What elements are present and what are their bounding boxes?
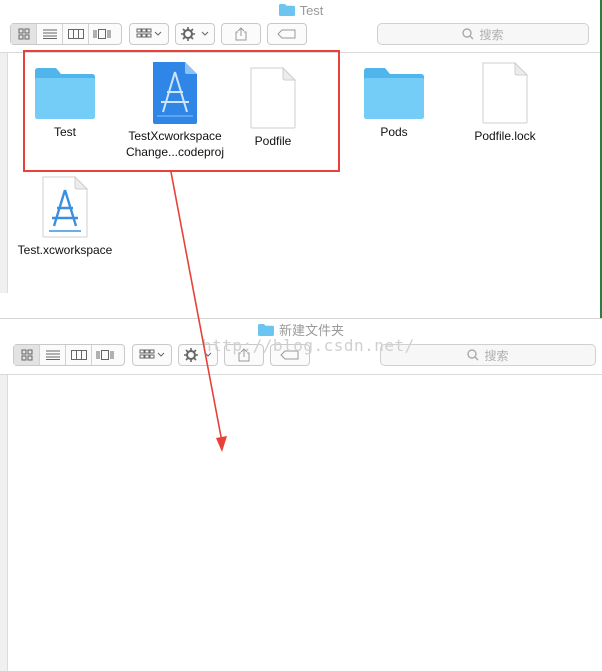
drag-arrow xyxy=(170,171,227,452)
